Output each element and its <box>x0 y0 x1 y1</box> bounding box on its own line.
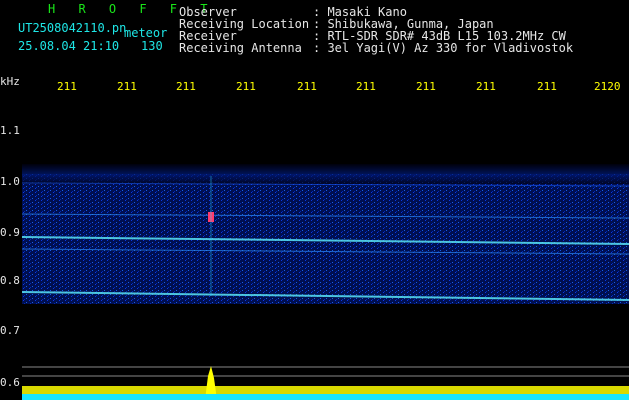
x-tick: 211 <box>176 80 196 93</box>
spectrogram-window: H R O F F T UT2508042110.pn meteor 25.08… <box>0 0 629 400</box>
mode-label: meteor <box>124 26 168 40</box>
intensity-floor <box>22 394 629 400</box>
x-tick: 211 <box>236 80 256 93</box>
antenna-value: : 3el Yagi(V) Az 330 for Vladivostok <box>313 41 574 55</box>
datetime: 25.08.04 21:10 <box>18 39 120 53</box>
y-tick: 0.6 <box>0 376 20 389</box>
x-tick: 211 <box>297 80 317 93</box>
x-tick: 211 <box>57 80 77 93</box>
count: 130 <box>141 39 163 53</box>
y-tick: 1.0 <box>0 175 20 188</box>
y-tick: 1.1 <box>0 124 20 137</box>
y-tick: 0.9 <box>0 226 20 239</box>
x-tick: 211 <box>416 80 436 93</box>
spectrogram-plot <box>22 164 629 400</box>
noise-band-fade <box>22 164 629 184</box>
antenna-label: Receiving Antenna <box>179 41 302 55</box>
x-tick: 211 <box>117 80 137 93</box>
x-tick: 211 <box>537 80 557 93</box>
y-tick: 0.7 <box>0 324 20 337</box>
x-tick: 211 <box>356 80 376 93</box>
y-tick: 0.8 <box>0 274 20 287</box>
y-unit: kHz <box>0 75 20 88</box>
x-tick: 211 <box>476 80 496 93</box>
x-tick: 2120 <box>594 80 621 93</box>
filename: UT2508042110.pn <box>18 21 127 35</box>
